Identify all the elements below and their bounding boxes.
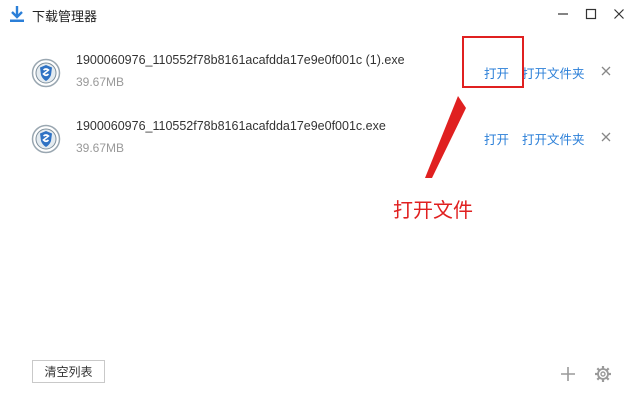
download-item: 1900060976_110552f78b8161acafdda17e9e0f0… [0, 112, 641, 164]
file-size: 39.67MB [76, 141, 125, 155]
download-icon [10, 6, 24, 22]
annotation-label: 打开文件 [393, 200, 473, 222]
remove-item-icon[interactable] [600, 65, 612, 77]
maximize-icon [585, 8, 597, 20]
file-size: 39.67MB [76, 75, 125, 89]
open-folder-link[interactable]: 打开文件夹 [522, 129, 585, 148]
open-link[interactable]: 打开 [484, 129, 509, 148]
window-title: 下载管理器 [32, 9, 98, 24]
add-icon[interactable] [560, 366, 576, 382]
maximize-button[interactable] [577, 2, 605, 26]
gear-icon[interactable] [594, 365, 612, 383]
close-button[interactable] [605, 2, 633, 26]
minimize-icon [558, 13, 568, 15]
app-shield-icon [31, 124, 61, 154]
close-icon [614, 9, 624, 19]
open-folder-link[interactable]: 打开文件夹 [522, 63, 585, 82]
file-name: 1900060976_110552f78b8161acafdda17e9e0f0… [76, 119, 386, 133]
title-bar: 下载管理器 [0, 0, 641, 28]
remove-item-icon[interactable] [600, 131, 612, 143]
clear-list-button[interactable]: 清空列表 [32, 360, 105, 383]
annotation-highlight-box [462, 36, 524, 88]
minimize-button[interactable] [549, 2, 577, 26]
app-shield-icon [31, 58, 61, 88]
download-item: 1900060976_110552f78b8161acafdda17e9e0f0… [0, 46, 641, 98]
file-name: 1900060976_110552f78b8161acafdda17e9e0f0… [76, 53, 405, 67]
